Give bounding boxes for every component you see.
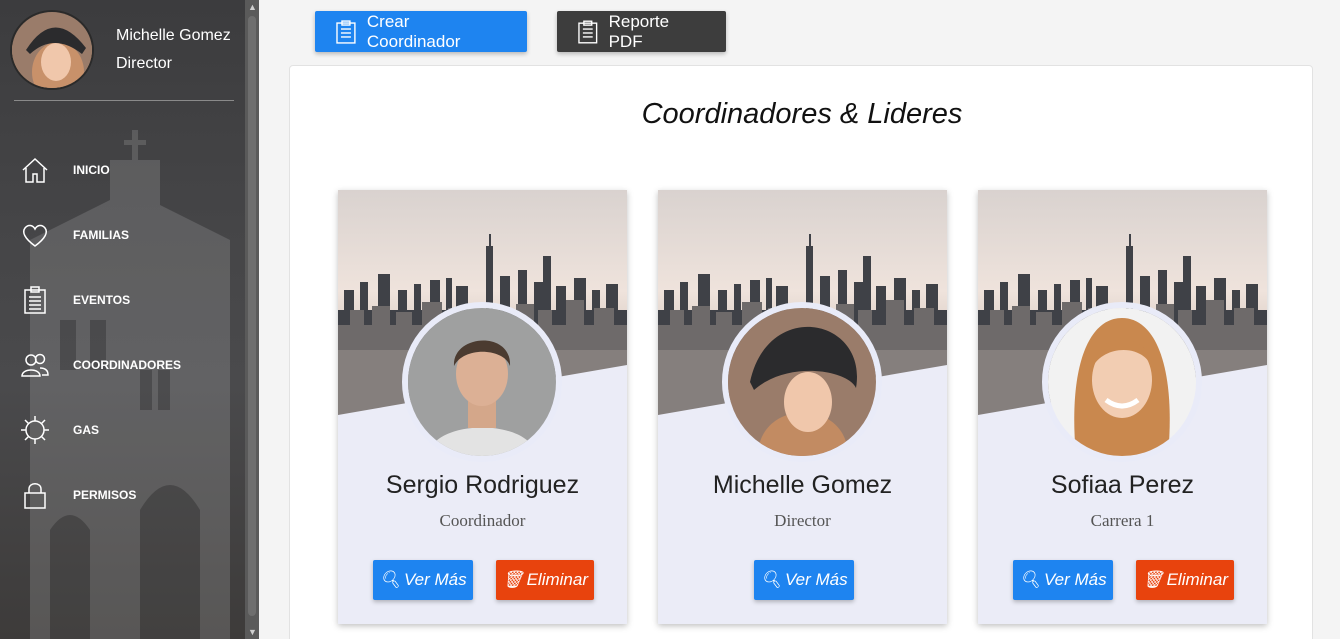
search-icon: 🔍︎ bbox=[760, 570, 782, 589]
scrollbar-thumb[interactable] bbox=[248, 16, 256, 616]
avatar bbox=[10, 10, 94, 90]
search-icon: 🔍︎ bbox=[1019, 570, 1041, 589]
trash-icon: 🗑︎ bbox=[1142, 570, 1164, 589]
profile-photo bbox=[722, 302, 882, 462]
clipboard-icon bbox=[336, 19, 356, 44]
heart-icon bbox=[23, 224, 47, 247]
profile-photo bbox=[1042, 302, 1202, 462]
sidebar-item-eventos[interactable]: EVENTOS bbox=[0, 267, 245, 332]
user-profile: Michelle Gomez Director bbox=[10, 10, 231, 90]
clipboard-icon bbox=[24, 285, 46, 314]
gear-icon bbox=[21, 415, 49, 444]
clipboard-icon bbox=[578, 20, 598, 43]
create-coordinator-button[interactable]: Crear Coordinador bbox=[315, 11, 527, 52]
delete-button[interactable]: 🗑︎ Eliminar bbox=[1136, 560, 1234, 600]
view-more-button[interactable]: 🔍︎ Ver Más bbox=[373, 560, 473, 600]
coordinator-card: Sergio Rodriguez Coordinador 🔍︎ Ver Más … bbox=[338, 190, 627, 624]
home-icon bbox=[22, 157, 48, 183]
sidebar-item-permisos[interactable]: PERMISOS bbox=[0, 462, 245, 527]
sidebar: Michelle Gomez Director INICIO FAMILIAS … bbox=[0, 0, 259, 639]
page-title: Coordinadores & Lideres bbox=[641, 98, 963, 130]
delete-button[interactable]: 🗑︎ Eliminar bbox=[496, 560, 594, 600]
user-role: Director bbox=[116, 55, 173, 72]
coordinator-role: Coordinador bbox=[439, 511, 526, 530]
pdf-report-button[interactable]: Reporte PDF bbox=[557, 11, 726, 52]
search-icon: 🔍︎ bbox=[379, 570, 401, 589]
users-icon bbox=[21, 353, 49, 377]
sidebar-nav: INICIO FAMILIAS EVENTOS COORDINADORES GA… bbox=[0, 137, 245, 527]
profile-photo bbox=[402, 302, 562, 462]
sidebar-divider bbox=[14, 100, 234, 101]
coordinator-card: Michelle Gomez Director 🔍︎ Ver Más bbox=[658, 190, 947, 624]
sidebar-item-inicio[interactable]: INICIO bbox=[0, 137, 245, 202]
scroll-up-icon[interactable]: ▲ bbox=[248, 2, 257, 12]
coordinator-name: Sergio Rodriguez bbox=[385, 471, 580, 499]
view-more-button[interactable]: 🔍︎ Ver Más bbox=[1013, 560, 1113, 600]
sidebar-item-familias[interactable]: FAMILIAS bbox=[0, 202, 245, 267]
trash-icon: 🗑︎ bbox=[502, 570, 524, 589]
coordinator-role: Director bbox=[774, 511, 831, 530]
lock-icon bbox=[24, 482, 46, 509]
sidebar-item-gas[interactable]: GAS bbox=[0, 397, 245, 462]
coordinator-role: Carrera 1 bbox=[1090, 511, 1155, 530]
user-name: Michelle Gomez bbox=[116, 27, 231, 44]
coordinator-name: Michelle Gomez bbox=[712, 471, 893, 499]
scroll-down-icon[interactable]: ▼ bbox=[248, 627, 257, 637]
coordinator-card: Sofiaa Perez Carrera 1 🔍︎ Ver Más 🗑︎ Eli… bbox=[978, 190, 1267, 624]
sidebar-scrollbar[interactable]: ▲ ▼ bbox=[245, 0, 259, 639]
view-more-button[interactable]: 🔍︎ Ver Más bbox=[754, 560, 854, 600]
coordinator-name: Sofiaa Perez bbox=[1050, 471, 1195, 499]
coordinators-panel: Coordinadores & Lideres Sergio Rodriguez… bbox=[289, 65, 1313, 639]
sidebar-item-coordinadores[interactable]: COORDINADORES bbox=[0, 332, 245, 397]
